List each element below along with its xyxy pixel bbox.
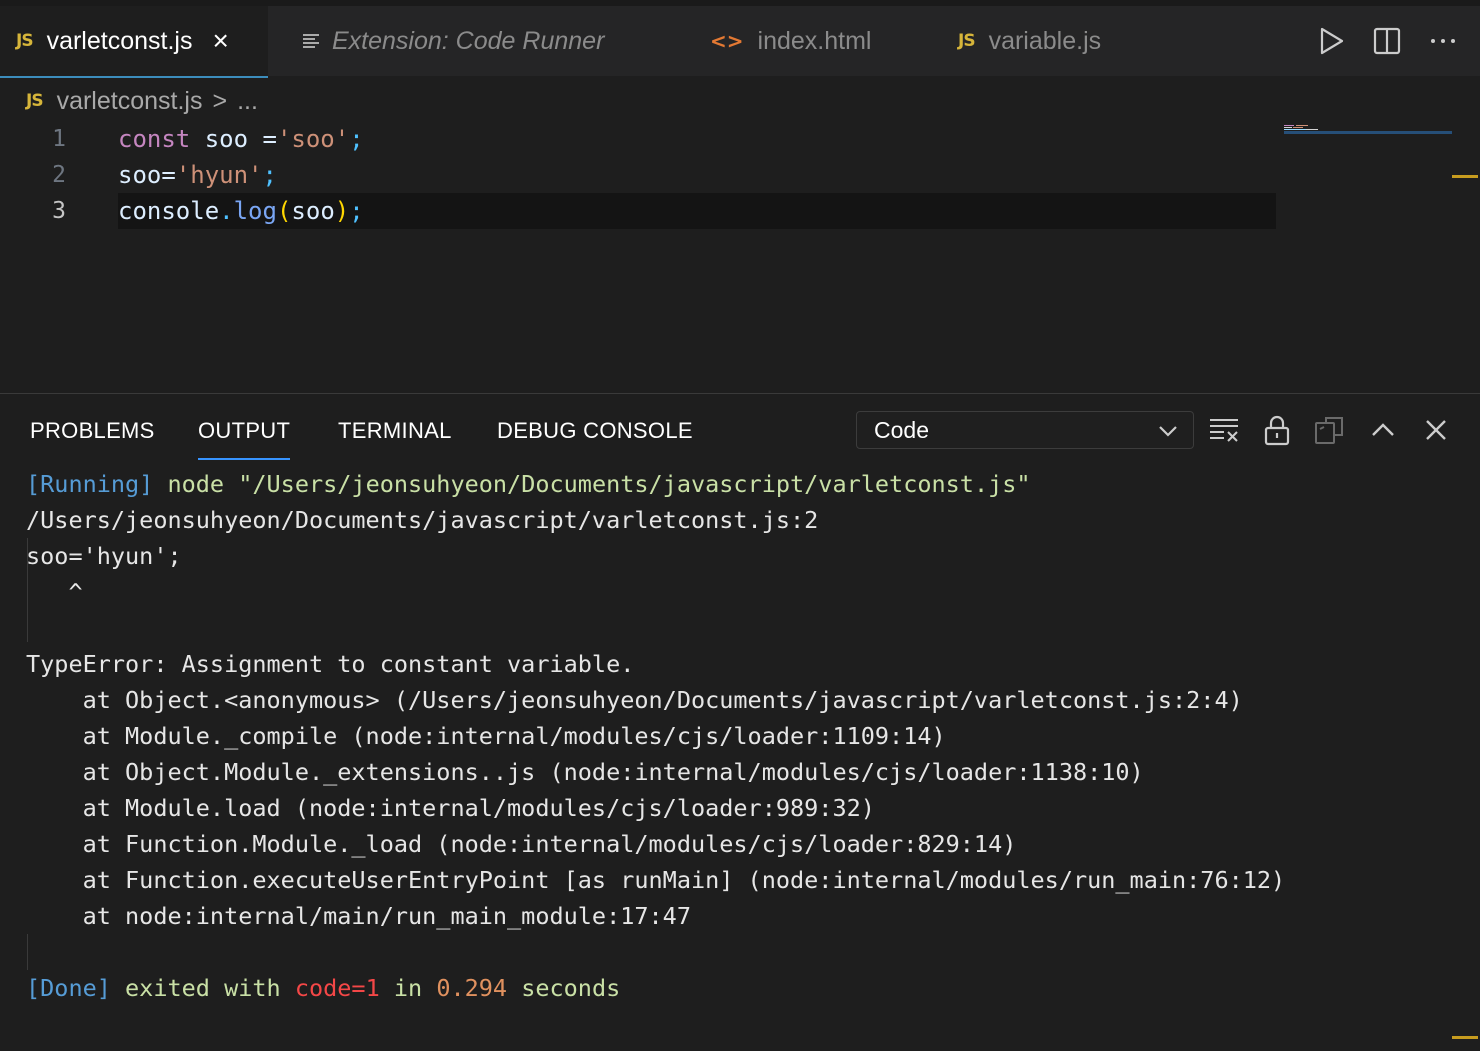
minimap[interactable] bbox=[1284, 121, 1452, 134]
tab-label: variable.js bbox=[988, 26, 1102, 55]
output-line: TypeError: Assignment to constant variab… bbox=[26, 650, 635, 678]
line-number: 2 bbox=[52, 162, 66, 188]
output-channel-select[interactable]: Code bbox=[856, 411, 1194, 449]
code-line[interactable]: 3 console.log(soo); bbox=[0, 193, 1280, 229]
split-editor-icon[interactable] bbox=[1372, 26, 1402, 56]
output-line: /Users/jeonsuhyeon/Documents/javascript/… bbox=[26, 506, 819, 534]
more-actions-icon[interactable] bbox=[1428, 26, 1458, 56]
breadcrumb-file[interactable]: varletconst.js bbox=[57, 87, 203, 116]
chevron-down-icon bbox=[1157, 420, 1179, 448]
done-text: exited with bbox=[110, 974, 295, 1002]
lock-scroll-icon[interactable] bbox=[1261, 414, 1293, 446]
output-text[interactable]: [Running] node "/Users/jeonsuhyeon/Docum… bbox=[26, 466, 1285, 1006]
done-text: seconds bbox=[507, 974, 621, 1002]
js-file-icon: JS bbox=[26, 91, 44, 111]
line-number: 1 bbox=[52, 126, 66, 152]
token-variable: soo bbox=[190, 125, 263, 153]
editor-tab-bar: JS varletconst.js × Extension: Code Runn… bbox=[0, 0, 1480, 78]
token-operator: = bbox=[161, 161, 176, 189]
output-line: at Object.Module._extensions..js (node:i… bbox=[26, 758, 1144, 786]
token-keyword: const bbox=[118, 125, 191, 153]
scrollbar-marker bbox=[1452, 1036, 1478, 1039]
output-line: at node:internal/main/run_main_module:17… bbox=[26, 902, 691, 930]
breadcrumb-more[interactable]: ... bbox=[237, 87, 258, 116]
bottom-panel: PROBLEMS OUTPUT TERMINAL DEBUG CONSOLE C… bbox=[0, 393, 1480, 1051]
token-dot: . bbox=[219, 197, 234, 225]
output-line: ^ bbox=[26, 578, 83, 606]
tab-output[interactable]: OUTPUT bbox=[198, 418, 291, 460]
tab-index-html[interactable]: <> index.html bbox=[710, 6, 871, 76]
running-command: node "/Users/jeonsuhyeon/Documents/javas… bbox=[153, 470, 1031, 498]
tab-label: index.html bbox=[757, 26, 872, 55]
tab-problems[interactable]: PROBLEMS bbox=[30, 418, 155, 444]
editor-actions bbox=[1316, 6, 1458, 76]
token-variable: soo bbox=[291, 197, 335, 225]
token-semicolon: ; bbox=[262, 161, 277, 189]
done-tag: [Done] bbox=[26, 974, 111, 1002]
token-string: 'soo' bbox=[276, 125, 350, 153]
output-line: at Object.<anonymous> (/Users/jeonsuhyeo… bbox=[26, 686, 1243, 714]
token-variable: soo bbox=[118, 161, 162, 189]
run-icon[interactable] bbox=[1316, 26, 1346, 56]
clear-output-icon[interactable] bbox=[1208, 414, 1240, 446]
tab-terminal[interactable]: TERMINAL bbox=[338, 418, 452, 444]
close-icon[interactable]: × bbox=[212, 25, 228, 57]
js-file-icon: JS bbox=[958, 31, 976, 51]
token-object: console bbox=[118, 197, 220, 225]
code-editor[interactable]: 1 const soo ='soo'; 2 soo='hyun'; 3 cons… bbox=[0, 121, 1480, 393]
exit-code: code=1 bbox=[294, 974, 380, 1002]
tab-variable-js[interactable]: JS variable.js bbox=[958, 6, 1101, 76]
preview-icon bbox=[302, 32, 320, 50]
elapsed-time: 0.294 bbox=[436, 974, 508, 1002]
js-file-icon: JS bbox=[16, 31, 34, 51]
output-line: at Module._compile (node:internal/module… bbox=[26, 722, 946, 750]
output-line: at Function.executeUserEntryPoint [as ru… bbox=[26, 866, 1286, 894]
output-line: at Function.Module._load (node:internal/… bbox=[26, 830, 1017, 858]
token-function: log bbox=[233, 197, 277, 225]
tab-label: Extension: Code Runner bbox=[332, 26, 605, 55]
token-operator: = bbox=[262, 125, 277, 153]
code-line[interactable]: 2 soo='hyun'; bbox=[0, 157, 1280, 193]
close-panel-icon[interactable] bbox=[1420, 414, 1452, 446]
maximize-panel-icon[interactable] bbox=[1367, 414, 1399, 446]
tab-label: varletconst.js bbox=[46, 26, 193, 55]
line-number: 3 bbox=[52, 198, 66, 224]
token-string: 'hyun' bbox=[175, 161, 263, 189]
token-paren: ) bbox=[334, 197, 350, 225]
panel-actions bbox=[1208, 414, 1452, 446]
running-tag: [Running] bbox=[26, 470, 154, 498]
code-line[interactable]: 1 const soo ='soo'; bbox=[0, 121, 1280, 157]
token-semicolon: ; bbox=[349, 197, 364, 225]
scrollbar-marker bbox=[1452, 175, 1478, 178]
token-semicolon: ; bbox=[349, 125, 364, 153]
tab-varletconst[interactable]: JS varletconst.js × bbox=[0, 6, 268, 78]
breadcrumb: JS varletconst.js > ... bbox=[26, 84, 258, 118]
html-file-icon: <> bbox=[710, 29, 744, 53]
output-channel-value: Code bbox=[874, 416, 929, 443]
done-text: in bbox=[379, 974, 437, 1002]
open-in-editor-icon[interactable] bbox=[1314, 414, 1346, 446]
output-line: soo='hyun'; bbox=[26, 542, 182, 570]
output-line: at Module.load (node:internal/modules/cj… bbox=[26, 794, 875, 822]
tab-extension-code-runner[interactable]: Extension: Code Runner bbox=[302, 6, 604, 76]
chevron-right-icon: > bbox=[212, 86, 228, 115]
tab-debug-console[interactable]: DEBUG CONSOLE bbox=[497, 418, 693, 444]
output-line-running: [Running] node "/Users/jeonsuhyeon/Docum… bbox=[26, 466, 1285, 502]
token-paren: ( bbox=[276, 197, 292, 225]
output-line-done: [Done] exited with code=1 in 0.294 secon… bbox=[26, 970, 1285, 1006]
